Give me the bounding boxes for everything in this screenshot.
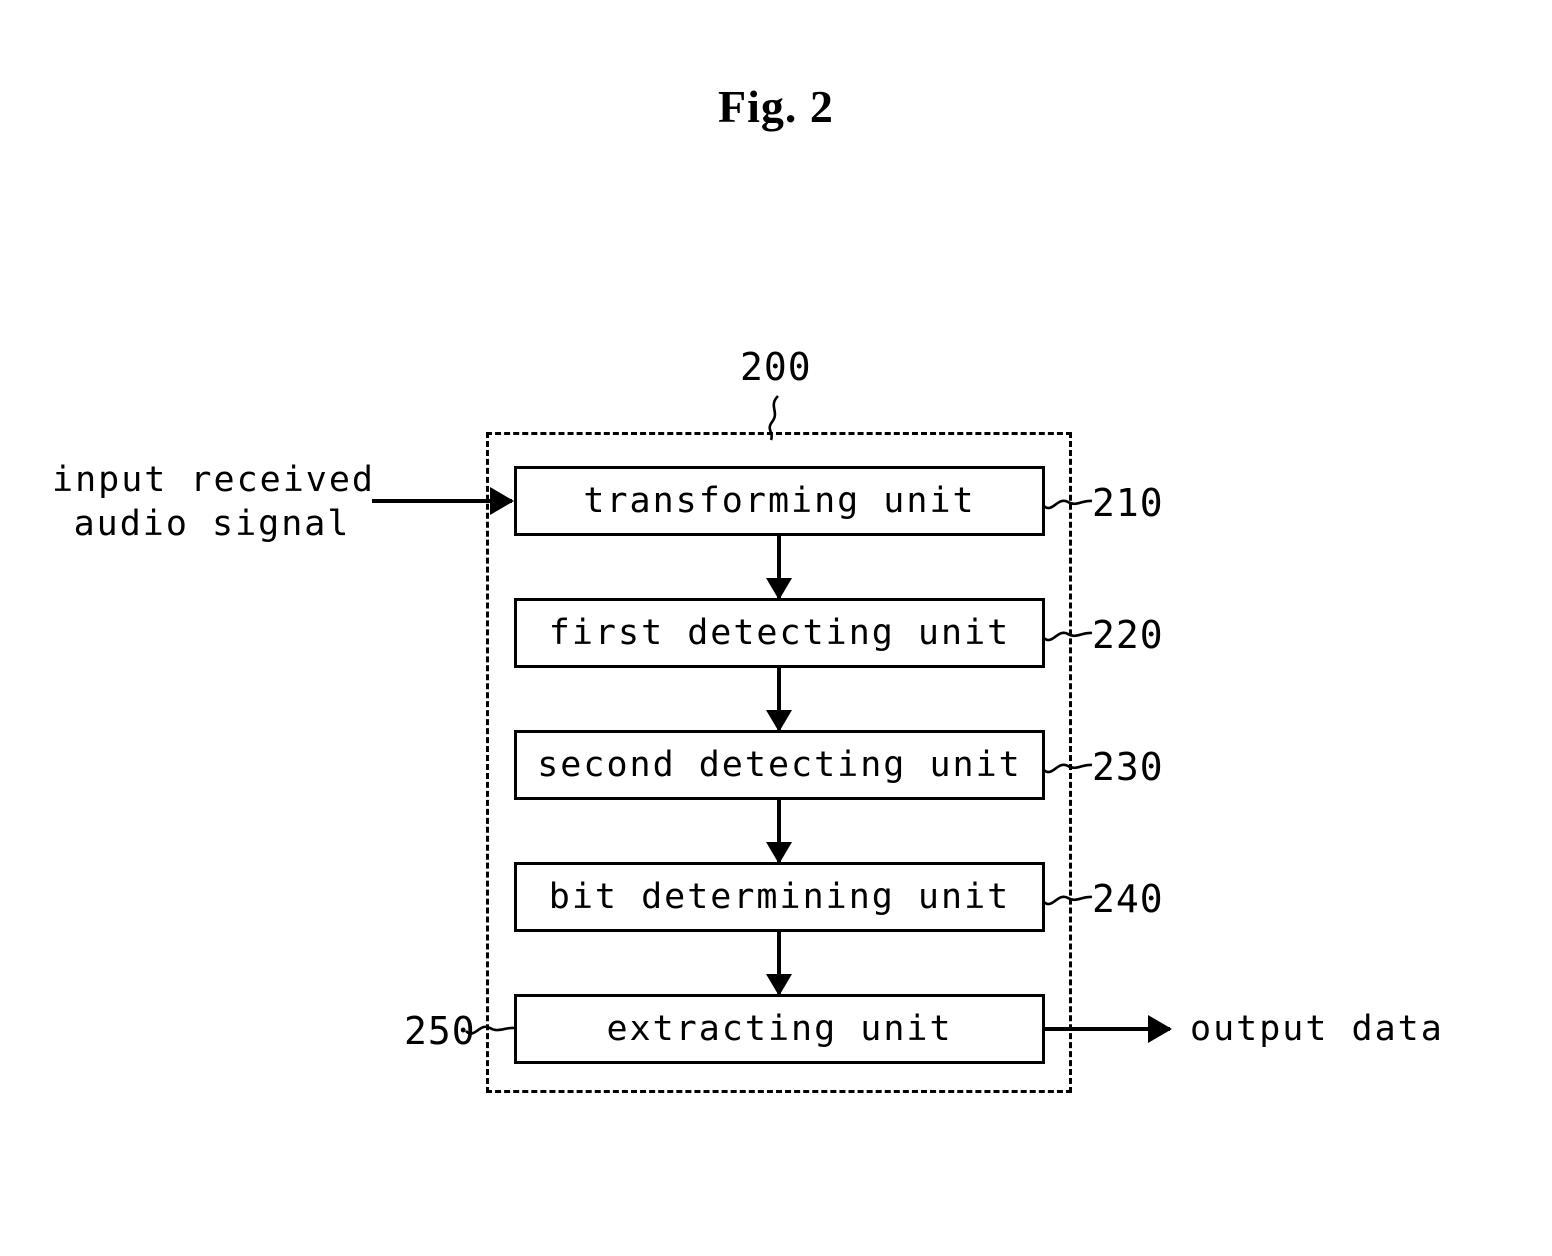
reference-numeral-250: 250 [404,1009,476,1053]
output-arrow [1045,1027,1170,1031]
patent-figure-canvas: Fig. 2 200 transforming unit 210 first d… [0,0,1552,1256]
leader-line-220 [1043,631,1093,642]
output-data-label: output data [1190,1009,1444,1049]
leader-line-240 [1043,895,1093,906]
leader-line-230 [1043,763,1093,774]
flow-arrow-transforming-to-first [777,536,781,598]
reference-numeral-240: 240 [1092,877,1164,921]
input-arrow [372,499,512,503]
reference-numeral-220: 220 [1092,613,1164,657]
flow-arrow-first-to-second [777,668,781,730]
input-signal-label: input received audio signal [52,458,376,546]
reference-numeral-230: 230 [1092,745,1164,789]
unit-box-bit-determining[interactable]: bit determining unit [514,862,1045,932]
unit-box-transforming[interactable]: transforming unit [514,466,1045,536]
unit-box-first-detecting[interactable]: first detecting unit [514,598,1045,668]
flow-arrow-bit-to-extracting [777,932,781,994]
flow-arrow-second-to-bit [777,800,781,862]
figure-title: Fig. 2 [718,81,834,132]
unit-box-extracting[interactable]: extracting unit [514,994,1045,1064]
reference-numeral-200: 200 [740,345,812,389]
unit-box-second-detecting[interactable]: second detecting unit [514,730,1045,800]
input-label-line-1: input received [52,460,376,500]
leader-line-250 [465,1025,515,1035]
leader-line-200 [768,395,779,441]
leader-line-210 [1043,499,1093,510]
input-label-line-2: audio signal [73,504,351,544]
reference-numeral-210: 210 [1092,481,1164,525]
